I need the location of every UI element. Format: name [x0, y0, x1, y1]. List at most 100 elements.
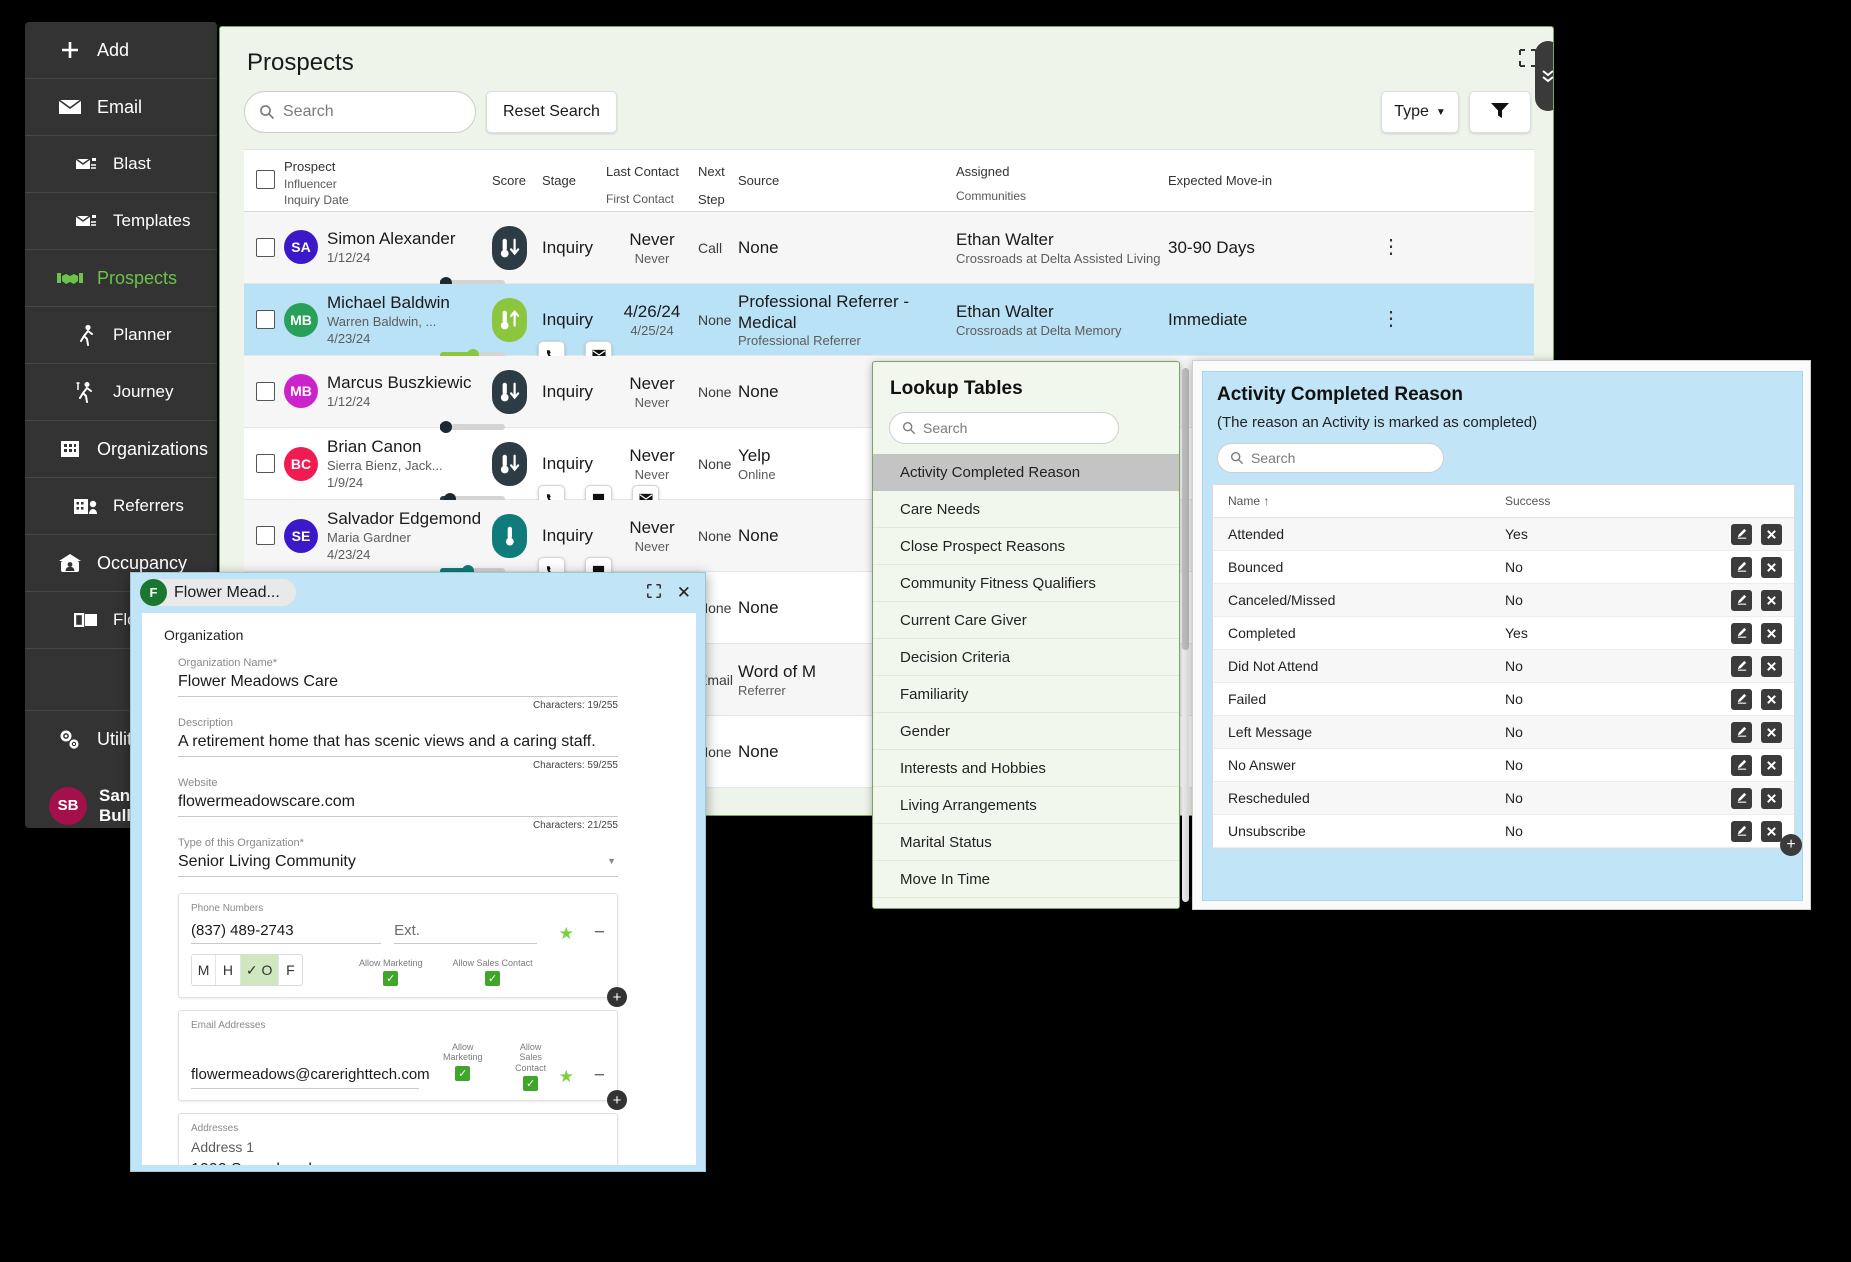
organization-type-field[interactable]: Type of this Organization* Senior Living…: [178, 837, 618, 877]
email-allow-marketing[interactable]: Allow Marketing ✓: [443, 1042, 483, 1091]
add-phone-button[interactable]: +: [607, 987, 627, 1007]
scrollbar-thumb[interactable]: [1182, 368, 1189, 650]
delete-button[interactable]: [1761, 755, 1782, 776]
sidebar-item-journey[interactable]: Journey: [25, 364, 217, 421]
lookup-scrollbar[interactable]: [1182, 368, 1189, 902]
delete-button[interactable]: [1761, 557, 1782, 578]
phone-type-o[interactable]: ✓ O: [241, 955, 279, 985]
phone-allow-sales[interactable]: Allow Sales Contact ✓: [453, 958, 533, 986]
edit-button[interactable]: [1731, 722, 1752, 743]
acr-table-row[interactable]: No AnswerNo: [1213, 749, 1794, 782]
primary-star-icon[interactable]: ★: [559, 924, 574, 944]
checkbox-checked-icon[interactable]: ✓: [455, 1066, 470, 1081]
organization-type-value[interactable]: Senior Living Community ▼: [178, 849, 618, 877]
lookup-item-gender[interactable]: Gender: [873, 713, 1179, 750]
phone-number-input[interactable]: (837) 489-2743: [191, 922, 381, 944]
table-row[interactable]: SASimon Alexander1/12/24InquiryNeverNeve…: [244, 212, 1534, 284]
remove-phone-button[interactable]: −: [594, 922, 605, 944]
sidebar-item-blast[interactable]: Blast: [25, 136, 217, 193]
delete-button[interactable]: [1761, 722, 1782, 743]
row-checkbox[interactable]: [256, 526, 275, 545]
lookup-item-activity-completed-reason[interactable]: Activity Completed Reason: [873, 454, 1179, 491]
table-row[interactable]: MBMichael BaldwinWarren Baldwin, ...4/23…: [244, 284, 1534, 356]
phone-ext-input[interactable]: Ext.: [394, 922, 537, 944]
edit-button[interactable]: [1731, 623, 1752, 644]
column-source[interactable]: Source: [738, 158, 956, 190]
acr-col-name[interactable]: Name ↑: [1213, 494, 1505, 508]
address1-input[interactable]: 1000 Sunnybrook: [191, 1161, 561, 1165]
acr-table-row[interactable]: Canceled/MissedNo: [1213, 584, 1794, 617]
search-input[interactable]: Search: [244, 91, 476, 133]
phone-type-selector[interactable]: M H ✓ O F: [191, 954, 303, 986]
expand-icon[interactable]: [647, 584, 661, 603]
row-checkbox[interactable]: [256, 238, 275, 257]
panel-collapse-tab[interactable]: [1535, 41, 1554, 111]
phone-allow-marketing[interactable]: Allow Marketing ✓: [359, 958, 423, 986]
primary-star-icon[interactable]: ★: [559, 1067, 574, 1087]
lookup-item-move-out-reasons[interactable]: Move Out Reasons: [873, 898, 1179, 909]
column-assigned[interactable]: Assigned Communities: [956, 158, 1168, 204]
column-prospect[interactable]: Prospect Influencer Inquiry Date: [284, 158, 492, 208]
lookup-item-current-care-giver[interactable]: Current Care Giver: [873, 602, 1179, 639]
column-expected-movein[interactable]: Expected Move-in: [1168, 158, 1368, 190]
type-dropdown-button[interactable]: Type ▼: [1381, 91, 1459, 133]
row-checkbox[interactable]: [256, 310, 275, 329]
delete-button[interactable]: [1761, 524, 1782, 545]
acr-table-row[interactable]: Left MessageNo: [1213, 716, 1794, 749]
acr-table-row[interactable]: UnsubscribeNo: [1213, 815, 1794, 848]
edit-button[interactable]: [1731, 557, 1752, 578]
add-record-button[interactable]: +: [1780, 834, 1802, 856]
reset-search-button[interactable]: Reset Search: [486, 91, 617, 133]
edit-button[interactable]: [1731, 524, 1752, 545]
add-email-button[interactable]: +: [607, 1090, 627, 1110]
column-next-step[interactable]: Next Step: [698, 158, 738, 208]
delete-button[interactable]: [1761, 590, 1782, 611]
lookup-item-community-fitness-qualifiers[interactable]: Community Fitness Qualifiers: [873, 565, 1179, 602]
org-dialog-tab[interactable]: F Flower Mead...: [140, 579, 296, 606]
email-allow-sales[interactable]: Allow Sales Contact ✓: [513, 1042, 549, 1091]
checkbox-checked-icon[interactable]: ✓: [523, 1076, 538, 1091]
edit-button[interactable]: [1731, 656, 1752, 677]
close-icon[interactable]: ✕: [677, 583, 691, 603]
row-menu-button[interactable]: ⋮: [1368, 242, 1414, 253]
column-stage[interactable]: Stage: [542, 158, 606, 190]
edit-button[interactable]: [1731, 590, 1752, 611]
acr-table-row[interactable]: CompletedYes: [1213, 617, 1794, 650]
sidebar-item-referrers[interactable]: Referrers: [25, 478, 217, 535]
lookup-item-living-arrangements[interactable]: Living Arrangements: [873, 787, 1179, 824]
acr-table-row[interactable]: AttendedYes: [1213, 518, 1794, 551]
organization-name-field[interactable]: Organization Name* Flower Meadows Care C…: [178, 657, 618, 711]
row-menu-button[interactable]: ⋮: [1368, 314, 1414, 325]
column-score[interactable]: Score: [492, 158, 542, 190]
lookup-item-marital-status[interactable]: Marital Status: [873, 824, 1179, 861]
phone-type-f[interactable]: F: [279, 955, 302, 985]
organization-name-value[interactable]: Flower Meadows Care: [178, 669, 618, 697]
acr-table-row[interactable]: RescheduledNo: [1213, 782, 1794, 815]
sidebar-item-add[interactable]: Add: [25, 22, 217, 79]
edit-button[interactable]: [1731, 788, 1752, 809]
edit-button[interactable]: [1731, 821, 1752, 842]
delete-button[interactable]: [1761, 821, 1782, 842]
email-address-input[interactable]: flowermeadows@carerighttech.com: [191, 1066, 419, 1089]
column-last-contact[interactable]: Last Contact First Contact: [606, 158, 698, 207]
lookup-item-close-prospect-reasons[interactable]: Close Prospect Reasons: [873, 528, 1179, 565]
checkbox-checked-icon[interactable]: ✓: [383, 971, 398, 986]
lookup-item-familiarity[interactable]: Familiarity: [873, 676, 1179, 713]
edit-button[interactable]: [1731, 689, 1752, 710]
delete-button[interactable]: [1761, 656, 1782, 677]
row-checkbox[interactable]: [256, 382, 275, 401]
lookup-item-decision-criteria[interactable]: Decision Criteria: [873, 639, 1179, 676]
acr-search-input[interactable]: Search: [1217, 443, 1444, 473]
delete-button[interactable]: [1761, 689, 1782, 710]
checkbox-checked-icon[interactable]: ✓: [485, 971, 500, 986]
acr-table-row[interactable]: Did Not AttendNo: [1213, 650, 1794, 683]
lookup-item-move-in-time[interactable]: Move In Time: [873, 861, 1179, 898]
lookup-item-interests-and-hobbies[interactable]: Interests and Hobbies: [873, 750, 1179, 787]
acr-table-row[interactable]: FailedNo: [1213, 683, 1794, 716]
filter-button[interactable]: [1469, 91, 1531, 133]
remove-email-button[interactable]: −: [594, 1065, 605, 1087]
description-field[interactable]: Description A retirement home that has s…: [178, 717, 618, 771]
acr-table-row[interactable]: BouncedNo: [1213, 551, 1794, 584]
lookup-search-input[interactable]: Search: [889, 412, 1119, 444]
acr-col-success[interactable]: Success: [1505, 494, 1695, 508]
